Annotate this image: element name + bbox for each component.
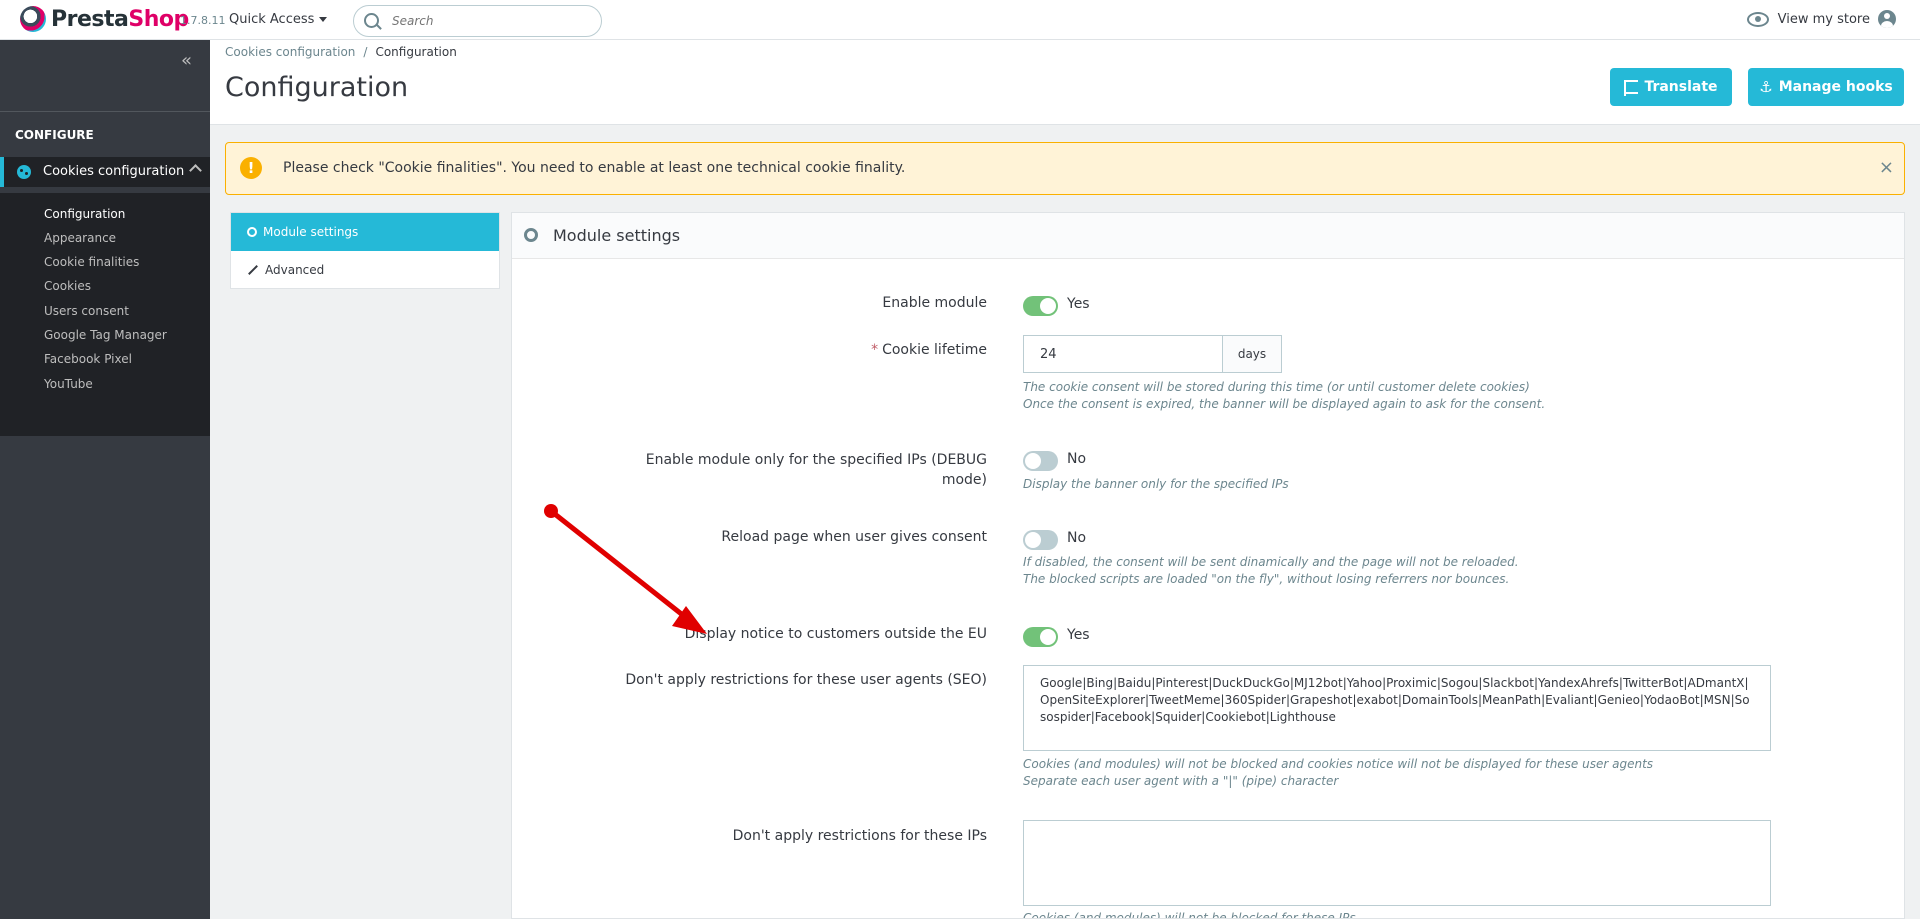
- help-line: The cookie consent will be stored during…: [1023, 380, 1530, 394]
- help-line: Once the consent is expired, the banner …: [1023, 397, 1546, 411]
- help-line: If disabled, the consent will be sent di…: [1023, 555, 1519, 569]
- gears-icon: [247, 227, 257, 237]
- top-bar: PrestaShop 1.7.8.11 Quick Access View my…: [0, 0, 1920, 40]
- sidebar-subitem-facebook-pixel[interactable]: Facebook Pixel: [44, 352, 132, 366]
- sidebar-item-cookies-configuration[interactable]: Cookies configuration: [0, 157, 210, 187]
- toggle-knob: [1040, 298, 1056, 314]
- enable-module-label: Enable module: [882, 295, 987, 311]
- manage-hooks-button-label: Manage hooks: [1778, 79, 1893, 95]
- toggle-knob: [1025, 453, 1041, 469]
- prestashop-logo-icon: [20, 6, 46, 32]
- cookie-lifetime-label-text: Cookie lifetime: [882, 342, 987, 358]
- quick-access-label: Quick Access: [229, 12, 315, 27]
- user-agents-label: Don't apply restrictions for these user …: [625, 672, 987, 688]
- toggle-knob: [1040, 629, 1056, 645]
- sidebar-subitem-users-consent[interactable]: Users consent: [44, 304, 129, 318]
- toggle-knob: [1025, 532, 1041, 548]
- user-agents-help: Cookies (and modules) will not be blocke…: [1023, 756, 1653, 790]
- debug-mode-label-line2: mode): [941, 472, 987, 488]
- ips-textarea[interactable]: [1023, 820, 1771, 906]
- debug-mode-toggle[interactable]: [1023, 451, 1058, 471]
- translate-button-label: Translate: [1644, 79, 1718, 95]
- page-header: Cookies configuration / Configuration Conf…: [210, 40, 1920, 125]
- close-icon[interactable]: ×: [1879, 157, 1894, 178]
- sidebar-subitem-youtube[interactable]: YouTube: [44, 377, 93, 391]
- enable-module-state: Yes: [1067, 296, 1090, 312]
- cookie-lifetime-unit: days: [1222, 335, 1282, 373]
- quick-access-dropdown[interactable]: Quick Access: [229, 12, 328, 27]
- module-settings-panel: Module settings Enable module Yes * Cooki…: [511, 212, 1905, 919]
- anchor-icon: ⚓: [1759, 77, 1773, 96]
- logo-text: PrestaShop: [51, 7, 189, 32]
- outside-eu-label: Display notice to customers outside the …: [684, 626, 987, 642]
- sidebar-submenu: Configuration Appearance Cookie finaliti…: [0, 193, 210, 436]
- panel-title: Module settings: [553, 226, 681, 245]
- magic-wand-icon: [248, 265, 258, 275]
- translate-button[interactable]: Translate: [1610, 68, 1732, 106]
- sidebar-subitem-google-tag-manager[interactable]: Google Tag Manager: [44, 328, 167, 342]
- sidebar: « CONFIGURE Cookies configuration Config…: [0, 40, 210, 919]
- prestashop-logo[interactable]: PrestaShop: [20, 6, 189, 32]
- settings-tabs: Module settings Advanced: [230, 212, 500, 289]
- cookie-lifetime-help: The cookie consent will be stored during…: [1023, 379, 1545, 413]
- manage-hooks-button[interactable]: ⚓ Manage hooks: [1748, 68, 1904, 106]
- alert-message: Please check "Cookie finalities". You ne…: [283, 160, 906, 176]
- cookie-lifetime-label: * Cookie lifetime: [871, 342, 987, 358]
- debug-mode-state: No: [1067, 451, 1087, 467]
- chevron-up-icon: [189, 164, 202, 177]
- user-account-icon[interactable]: [1878, 10, 1896, 28]
- sidebar-subitem-cookie-finalities[interactable]: Cookie finalities: [44, 255, 139, 269]
- breadcrumb-item-cookies-configuration[interactable]: Cookies configuration: [225, 45, 355, 59]
- help-line: Cookies (and modules) will not be blocke…: [1023, 757, 1654, 771]
- warning-icon: !: [240, 157, 262, 179]
- sidebar-item-label: Cookies configuration: [43, 164, 185, 179]
- outside-eu-toggle[interactable]: [1023, 627, 1058, 647]
- breadcrumb: Cookies configuration / Configuration: [225, 45, 457, 59]
- search-icon: [364, 13, 379, 28]
- version-label: 1.7.8.11: [180, 14, 226, 27]
- sidebar-section-title: CONFIGURE: [15, 128, 94, 142]
- collapse-sidebar-icon[interactable]: «: [181, 50, 192, 71]
- logo-text-presta: Presta: [51, 6, 129, 32]
- help-line: Separate each user agent with a "|" (pip…: [1023, 774, 1339, 788]
- cookie-lifetime-input[interactable]: [1023, 335, 1222, 373]
- user-agents-textarea[interactable]: Google|Bing|Baidu|Pinterest|DuckDuckGo|M…: [1023, 665, 1771, 751]
- debug-mode-label: Enable module only for the specified IPs…: [646, 450, 987, 490]
- help-line: The blocked scripts are loaded "on the f…: [1023, 572, 1510, 586]
- sidebar-subitem-appearance[interactable]: Appearance: [44, 231, 116, 245]
- gears-icon: [524, 228, 538, 242]
- cookie-lifetime-input-group: days: [1023, 335, 1283, 373]
- ips-help: Cookies (and modules) will not be blocke…: [1023, 911, 1356, 918]
- debug-mode-help: Display the banner only for the specifie…: [1023, 477, 1289, 491]
- sidebar-subitem-configuration[interactable]: Configuration: [44, 207, 125, 221]
- eye-icon: [1746, 11, 1769, 27]
- sidebar-divider: [0, 111, 210, 112]
- cookie-icon: [17, 165, 31, 179]
- tab-label: Module settings: [263, 225, 359, 239]
- required-mark: *: [871, 342, 879, 358]
- breadcrumb-item-current: Configuration: [375, 45, 457, 59]
- reload-page-state: No: [1067, 530, 1087, 546]
- enable-module-toggle[interactable]: [1023, 296, 1058, 316]
- warning-alert: ! Please check "Cookie finalities". You …: [225, 142, 1905, 195]
- search-box[interactable]: [353, 5, 602, 37]
- ips-label: Don't apply restrictions for these IPs: [732, 828, 987, 844]
- panel-header: Module settings: [512, 213, 1904, 259]
- tab-label: Advanced: [265, 263, 325, 277]
- tab-advanced[interactable]: Advanced: [231, 251, 499, 289]
- breadcrumb-separator: /: [363, 45, 368, 59]
- debug-mode-label-line1: Enable module only for the specified IPs…: [645, 452, 987, 468]
- reload-page-toggle[interactable]: [1023, 530, 1058, 550]
- tab-module-settings[interactable]: Module settings: [231, 213, 499, 251]
- flag-icon: [1624, 80, 1639, 96]
- sidebar-subitem-cookies[interactable]: Cookies: [44, 279, 91, 293]
- reload-page-help: If disabled, the consent will be sent di…: [1023, 554, 1519, 588]
- outside-eu-state: Yes: [1067, 627, 1090, 643]
- caret-down-icon: [319, 17, 328, 22]
- page-title: Configuration: [225, 72, 409, 103]
- view-my-store-link[interactable]: View my store: [1746, 10, 1896, 28]
- view-store-label: View my store: [1777, 11, 1870, 27]
- reload-page-label: Reload page when user gives consent: [721, 529, 987, 545]
- search-input[interactable]: [390, 13, 594, 29]
